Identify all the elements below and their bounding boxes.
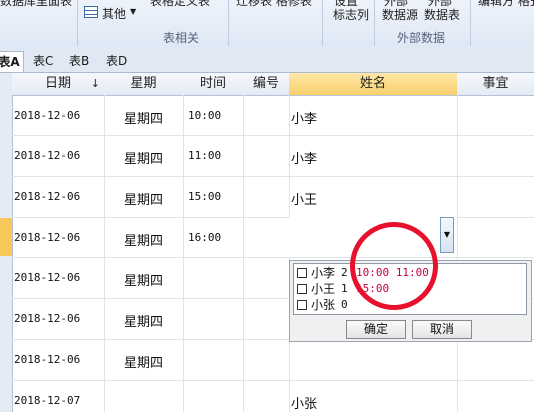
ribbon-separator <box>77 0 78 46</box>
cell-date[interactable]: 2018-12-06 <box>14 353 80 366</box>
cell-date[interactable]: 2018-12-06 <box>14 271 80 284</box>
cell-weekday[interactable]: 星期四 <box>124 270 163 289</box>
grid-line <box>243 95 244 412</box>
column-header-weekday[interactable]: 星期 <box>104 73 184 96</box>
cell-date[interactable]: 2018-12-06 <box>14 190 80 203</box>
ribbon-button-table-list[interactable]: 里面表 <box>36 0 72 9</box>
column-header-number[interactable]: 编号 <box>243 73 290 96</box>
cell-name[interactable]: 小李 <box>291 148 317 167</box>
cell-time[interactable]: 16:00 <box>188 231 221 244</box>
cell-weekday[interactable]: 星期四 <box>124 230 163 249</box>
ok-button[interactable]: 确定 <box>346 320 406 339</box>
list-item-name: 小李 <box>311 266 336 280</box>
cell-weekday[interactable]: 星期四 <box>124 352 163 371</box>
cell-weekday[interactable]: 星期四 <box>124 189 163 208</box>
checkbox[interactable] <box>297 284 307 294</box>
chevron-down-icon: ▼ <box>130 7 137 16</box>
ribbon-button-edit-format[interactable]: 编辑方 格式 <box>478 0 534 9</box>
cell-time[interactable]: 15:00 <box>188 190 221 203</box>
cell-name[interactable]: 小李 <box>291 108 317 127</box>
list-item-count: 2 <box>341 266 348 279</box>
checkbox[interactable] <box>297 268 307 278</box>
cell-weekday[interactable]: 星期四 <box>124 311 163 330</box>
grid-line <box>12 257 534 258</box>
table-grid-icon <box>84 6 98 18</box>
ribbon-separator <box>470 0 471 46</box>
grid-line <box>457 95 458 412</box>
tab-table-b[interactable]: 表B <box>69 51 89 71</box>
cell-weekday[interactable]: 星期四 <box>124 148 163 167</box>
tab-table-c[interactable]: 表C <box>33 51 53 71</box>
cell-weekday[interactable]: 星期四 <box>124 108 163 127</box>
ribbon-button-table-define[interactable]: 表格定义表 <box>150 0 210 9</box>
grid-line <box>183 95 184 412</box>
cell-time[interactable]: 11:00 <box>188 149 221 162</box>
grid-line <box>12 176 534 177</box>
cell-date[interactable]: 2018-12-07 <box>14 394 80 407</box>
ribbon-button-other[interactable]: 其他 <box>102 5 126 22</box>
cell-date[interactable]: 2018-12-06 <box>14 312 80 325</box>
cell-name[interactable]: 小王 <box>291 189 317 208</box>
column-header-name[interactable]: 姓名 <box>289 73 458 96</box>
ribbon-button-migrate[interactable]: 迁移表 格修表 <box>236 0 312 9</box>
column-header-time-label: 时间 <box>199 76 226 91</box>
ribbon-button-ext-datasource[interactable]: 数据源 <box>382 6 418 23</box>
ribbon-separator <box>228 0 229 46</box>
tab-table-a[interactable]: 表A <box>0 51 24 72</box>
ribbon-separator <box>322 0 323 46</box>
ribbon-button-database[interactable]: 数据库 <box>0 0 36 9</box>
sort-desc-icon: ↓ <box>90 77 100 90</box>
annotation-circle <box>350 222 438 310</box>
ribbon-separator <box>374 0 375 46</box>
grid-line <box>12 135 534 136</box>
cell-date[interactable]: 2018-12-06 <box>14 149 80 162</box>
column-header-weekday-label: 星期 <box>130 76 157 91</box>
list-item-count: 0 <box>341 298 348 311</box>
column-header-date-label: 日期 <box>44 76 71 91</box>
ribbon-toolbar: 数据库 里面表 其他 ▼ 表格定义表 迁移表 格修表 设置 标志列 外部 外部 … <box>0 0 534 47</box>
ribbon-group-table-label: 表相关 <box>163 31 200 45</box>
list-item-count: 1 <box>341 282 348 295</box>
column-header-matter-label: 事宜 <box>482 76 509 91</box>
tab-table-d[interactable]: 表D <box>106 51 127 71</box>
cancel-button[interactable]: 取消 <box>412 320 472 339</box>
ribbon-button-ext-datatable[interactable]: 数据表 <box>424 6 460 23</box>
checkbox[interactable] <box>297 300 307 310</box>
column-header-number-label: 编号 <box>252 76 279 91</box>
column-header-date[interactable]: 日期 ↓ <box>12 73 105 96</box>
column-header-name-label: 姓名 <box>359 76 386 91</box>
cell-date[interactable]: 2018-12-06 <box>14 109 80 122</box>
cell-date[interactable]: 2018-12-06 <box>14 231 80 244</box>
ribbon-button-flag-column[interactable]: 标志列 <box>333 6 369 23</box>
column-header-matter[interactable]: 事宜 <box>457 73 534 96</box>
ribbon-group-external-label: 外部数据 <box>397 31 446 45</box>
grid-line <box>104 95 105 412</box>
column-header-time[interactable]: 时间 <box>183 73 244 96</box>
list-item-name: 小王 <box>311 282 336 296</box>
list-item-name: 小张 <box>311 298 336 312</box>
cell-time[interactable]: 10:00 <box>188 109 221 122</box>
sheet-tab-bar: 表A 表C 表B 表D <box>0 46 534 73</box>
cell-name[interactable]: 小张 <box>291 393 317 412</box>
row-selector-current[interactable] <box>0 218 12 256</box>
grid-line <box>12 380 534 381</box>
chevron-down-icon: ▼ <box>443 230 451 239</box>
name-dropdown-button[interactable]: ▼ <box>440 217 454 253</box>
